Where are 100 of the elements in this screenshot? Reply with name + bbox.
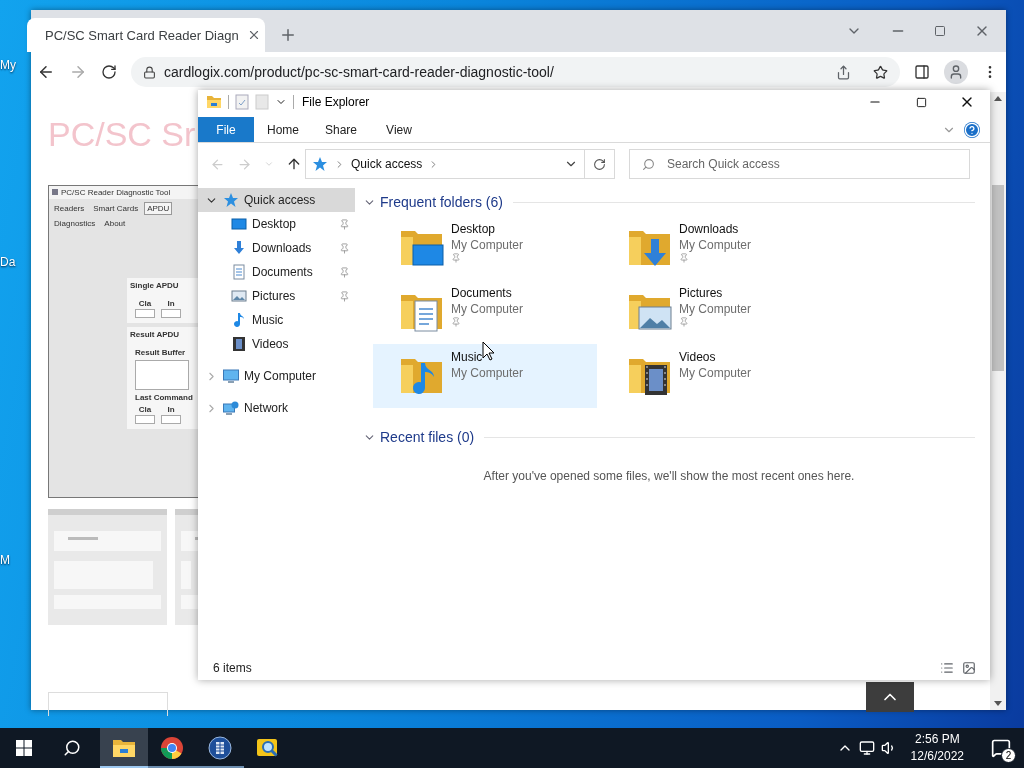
- lock-icon: [143, 65, 156, 79]
- ribbon-tab[interactable]: Home: [254, 117, 312, 142]
- notification-count: 2: [1001, 748, 1016, 763]
- refresh-icon: [593, 157, 606, 171]
- cursor-icon: [482, 341, 495, 361]
- field-label: Cla: [138, 404, 152, 414]
- ribbon-tab[interactable]: File: [198, 117, 254, 142]
- field-label: Result Buffer: [134, 347, 187, 357]
- tab[interactable]: APDU: [144, 201, 173, 215]
- star-icon[interactable]: [873, 64, 888, 80]
- film-strip-icon: [231, 336, 247, 352]
- window-title: File Explorer: [302, 95, 370, 109]
- large-icons-view-icon[interactable]: [962, 661, 976, 675]
- group-title: Result APDU: [130, 329, 181, 339]
- side-panel-icon[interactable]: [914, 64, 930, 80]
- nav-item[interactable]: Pictures: [198, 284, 355, 308]
- folder-tile[interactable]: Desktop My Computer: [373, 216, 597, 280]
- share-icon[interactable]: [836, 64, 851, 80]
- window-title: PC/SC Reader Diagnostic Tool: [61, 187, 171, 197]
- folder-name: Videos: [679, 349, 716, 365]
- folder-tile[interactable]: Pictures My Computer: [601, 280, 825, 344]
- page-heading: PC/SC Sr: [48, 114, 196, 155]
- folder-tile[interactable]: Downloads My Computer: [601, 216, 825, 280]
- star-icon: [223, 192, 239, 208]
- tab[interactable]: About: [101, 216, 129, 230]
- search-field[interactable]: Search Quick access: [667, 150, 969, 178]
- result-field[interactable]: [135, 359, 189, 390]
- folder-icon: [112, 738, 136, 758]
- details-view-icon[interactable]: [940, 661, 954, 675]
- computer-icon: [223, 368, 239, 384]
- item-count: 6 items: [213, 661, 252, 675]
- folder-tile[interactable]: Music My Computer: [373, 344, 597, 408]
- scrollbar[interactable]: [990, 92, 1006, 710]
- desktop-icon: [231, 216, 247, 232]
- nav-item[interactable]: Documents: [198, 260, 355, 284]
- input-field[interactable]: [161, 308, 181, 318]
- nav-item[interactable]: Network: [198, 396, 355, 420]
- field-label: Cla: [138, 298, 152, 308]
- back-icon[interactable]: [37, 63, 55, 81]
- folder-name: Desktop: [451, 221, 496, 237]
- help-icon[interactable]: [964, 121, 980, 138]
- tab[interactable]: Readers: [51, 201, 88, 215]
- folder-location: My Computer: [451, 365, 524, 381]
- nav-item[interactable]: Music: [198, 308, 355, 332]
- clock[interactable]: 2:56 PM 12/6/2022: [902, 731, 972, 765]
- app-icon: [52, 189, 58, 196]
- nav-item[interactable]: Quick access: [198, 188, 355, 212]
- folder-tile[interactable]: Videos My Computer: [601, 344, 825, 408]
- folder-name: Downloads: [679, 221, 739, 237]
- input-field[interactable]: [135, 414, 155, 424]
- nav-item[interactable]: Videos: [198, 332, 355, 356]
- nav-item[interactable]: Downloads: [198, 236, 355, 260]
- chrome-logo-icon: [160, 736, 184, 760]
- chip-app-icon: [208, 736, 232, 760]
- field-label: In: [167, 404, 175, 414]
- browser-tab[interactable]: PC/SC Smart Card Reader Diagn: [27, 18, 265, 52]
- download-arrow-icon: [231, 240, 247, 256]
- nav-item[interactable]: My Computer: [198, 364, 355, 388]
- folder-name: Music: [451, 349, 483, 365]
- breadcrumb-item[interactable]: Quick access: [351, 157, 423, 171]
- ribbon-tab[interactable]: Share: [312, 117, 370, 142]
- folder-location: My Computer: [451, 237, 524, 253]
- folder-icon: [206, 94, 222, 110]
- forward-icon[interactable]: [69, 63, 87, 81]
- field-label: Last Command: [134, 392, 194, 402]
- search-icon: [642, 157, 655, 171]
- field-label: In: [167, 298, 175, 308]
- taskbar-app[interactable]: [100, 728, 148, 768]
- maximize-icon[interactable]: [934, 25, 946, 37]
- group-title: Single APDU: [130, 280, 180, 290]
- address-bar[interactable]: Quick access: [305, 149, 585, 179]
- network-icon: [223, 400, 239, 416]
- profile-icon[interactable]: [944, 60, 968, 84]
- empty-message: After you've opened some files, we'll show the most recent ones here.: [482, 469, 856, 483]
- tab[interactable]: Smart Cards: [90, 201, 142, 215]
- search-box[interactable]: Search Quick access: [629, 149, 970, 179]
- notifications-button[interactable]: 2: [978, 728, 1024, 768]
- nav-item[interactable]: Desktop: [198, 212, 355, 236]
- new-tab-icon[interactable]: [279, 26, 297, 44]
- tab[interactable]: Diagnostics: [51, 216, 99, 230]
- group-header[interactable]: Recent files (0): [380, 429, 475, 445]
- search-icon: [63, 739, 81, 757]
- ribbon-tab[interactable]: View: [370, 117, 428, 142]
- document-icon: [231, 264, 247, 280]
- picture-frame-icon: [231, 288, 247, 304]
- refresh-button[interactable]: [585, 149, 615, 179]
- address-bar[interactable]: cardlogix.com/product/pc-sc-smart-card-reader-diagnostic-tool/: [131, 57, 900, 87]
- folder-location: My Computer: [679, 237, 752, 253]
- group-header[interactable]: Frequent folders (6): [380, 194, 503, 210]
- folder-location: My Computer: [679, 301, 752, 317]
- input-field[interactable]: [135, 308, 155, 318]
- folder-location: My Computer: [679, 365, 752, 381]
- folder-tile[interactable]: Documents My Computer: [373, 280, 597, 344]
- music-note-icon: [231, 312, 247, 328]
- windows-logo-icon: [16, 740, 32, 756]
- reload-icon[interactable]: [101, 64, 117, 80]
- network-icon[interactable]: [858, 740, 875, 756]
- folder-name: Documents: [451, 285, 512, 301]
- folder-name: Pictures: [679, 285, 723, 301]
- input-field[interactable]: [161, 414, 181, 424]
